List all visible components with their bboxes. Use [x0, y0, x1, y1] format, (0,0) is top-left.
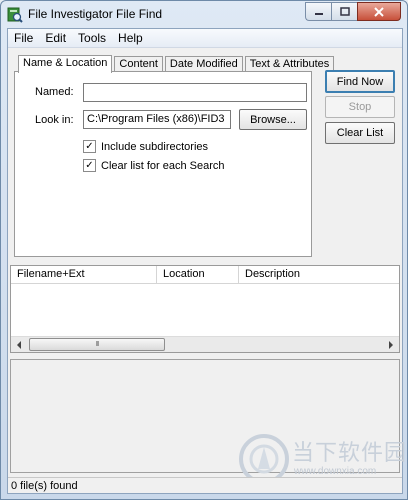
column-filename-ext[interactable]: Filename+Ext [11, 266, 157, 283]
menu-file[interactable]: File [8, 29, 39, 47]
window-title: File Investigator File Find [28, 7, 163, 21]
close-icon [374, 6, 384, 17]
tab-date-modified[interactable]: Date Modified [164, 56, 243, 72]
column-description[interactable]: Description [239, 266, 399, 283]
file-search-icon [7, 7, 23, 23]
name-location-panel: Named: Look in: C:\Program Files (x86)\F… [14, 71, 312, 257]
scrollbar-thumb[interactable]: III [29, 338, 165, 351]
menu-help[interactable]: Help [112, 29, 149, 47]
named-label: Named: [35, 86, 74, 98]
results-header: Filename+Ext Location Description [11, 266, 399, 284]
checkbox-checked-icon: ✓ [83, 140, 96, 153]
scroll-left-arrow[interactable] [11, 337, 27, 352]
named-input[interactable] [83, 83, 307, 102]
clear-list-each-search-label: Clear list for each Search [101, 159, 225, 172]
look-in-input[interactable]: C:\Program Files (x86)\FID3 [83, 110, 231, 129]
minimize-icon [314, 12, 323, 15]
status-text: 0 file(s) found [11, 480, 78, 492]
column-location[interactable]: Location [157, 266, 239, 283]
app-window: File Investigator File Find File Edit To… [0, 0, 408, 500]
tab-name-location[interactable]: Name & Location [18, 55, 113, 73]
arrow-left-icon [17, 340, 21, 349]
watermark-url: www.downxia.com [294, 466, 377, 477]
scroll-right-arrow[interactable] [383, 337, 399, 352]
search-tabs: Name & Location Content Date Modified Te… [18, 54, 336, 73]
results-list[interactable]: Filename+Ext Location Description III [10, 265, 400, 353]
menu-tools[interactable]: Tools [72, 29, 112, 47]
status-bar: 0 file(s) found [8, 477, 402, 493]
maximize-button[interactable] [331, 2, 357, 21]
tab-text-attributes[interactable]: Text & Attributes [244, 56, 335, 72]
clear-list-button[interactable]: Clear List [325, 122, 395, 144]
stop-button[interactable]: Stop [325, 96, 395, 118]
maximize-icon [339, 6, 350, 16]
menu-bar: File Edit Tools Help [8, 29, 402, 48]
client-area: File Edit Tools Help Name & Location Con… [7, 28, 406, 494]
title-bar[interactable]: File Investigator File Find [1, 1, 407, 28]
watermark-text: 当下软件园 [292, 440, 408, 465]
clear-list-each-search-checkbox[interactable]: ✓ Clear list for each Search [83, 159, 225, 172]
tab-content[interactable]: Content [114, 56, 163, 72]
checkbox-checked-icon: ✓ [83, 159, 96, 172]
arrow-right-icon [389, 340, 393, 349]
close-button[interactable] [357, 2, 401, 21]
minimize-button[interactable] [305, 2, 331, 21]
browse-button[interactable]: Browse... [239, 109, 307, 130]
menu-edit[interactable]: Edit [39, 29, 72, 47]
look-in-label: Look in: [35, 114, 74, 126]
include-subdirectories-label: Include subdirectories [101, 140, 209, 153]
include-subdirectories-checkbox[interactable]: ✓ Include subdirectories [83, 140, 208, 153]
horizontal-scrollbar[interactable]: III [11, 336, 399, 352]
find-now-button[interactable]: Find Now [325, 70, 395, 93]
caption-buttons [305, 2, 401, 21]
